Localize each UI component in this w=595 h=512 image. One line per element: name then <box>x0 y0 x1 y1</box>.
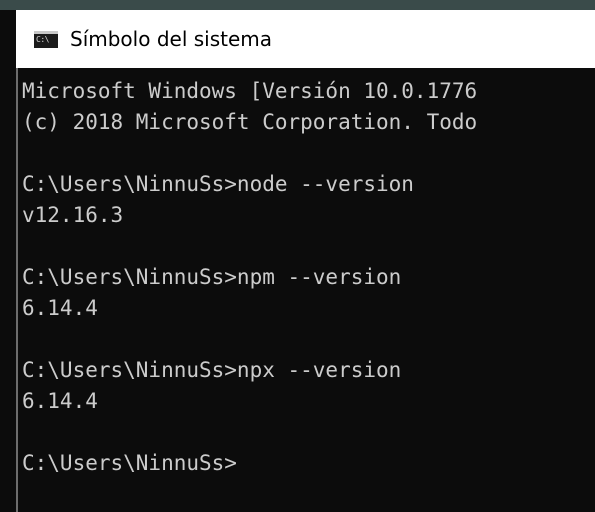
command-prompt-window: C:\ Símbolo del sistema Microsoft Window… <box>0 0 595 512</box>
console-line: C:\Users\NinnuSs>npx --version <box>22 358 402 382</box>
console-line: v12.16.3 <box>22 203 124 227</box>
console-line: (c) 2018 Microsoft Corporation. Todo <box>22 110 478 134</box>
console-line: Microsoft Windows [Versión 10.0.1776 <box>22 79 478 103</box>
window-title: Símbolo del sistema <box>70 27 273 51</box>
console-line: C:\Users\NinnuSs>npm --version <box>22 265 402 289</box>
desktop-background <box>0 0 595 10</box>
console-line: 6.14.4 <box>22 389 98 413</box>
command-prompt-icon: C:\ <box>34 30 58 48</box>
command-prompt-line[interactable]: C:\Users\NinnuSs> <box>22 448 595 479</box>
console-line: C:\Users\NinnuSs>node --version <box>22 172 414 196</box>
title-bar[interactable]: C:\ Símbolo del sistema <box>16 10 595 68</box>
console-line: 6.14.4 <box>22 296 98 320</box>
console-output[interactable]: Microsoft Windows [Versión 10.0.1776 (c)… <box>16 68 595 512</box>
